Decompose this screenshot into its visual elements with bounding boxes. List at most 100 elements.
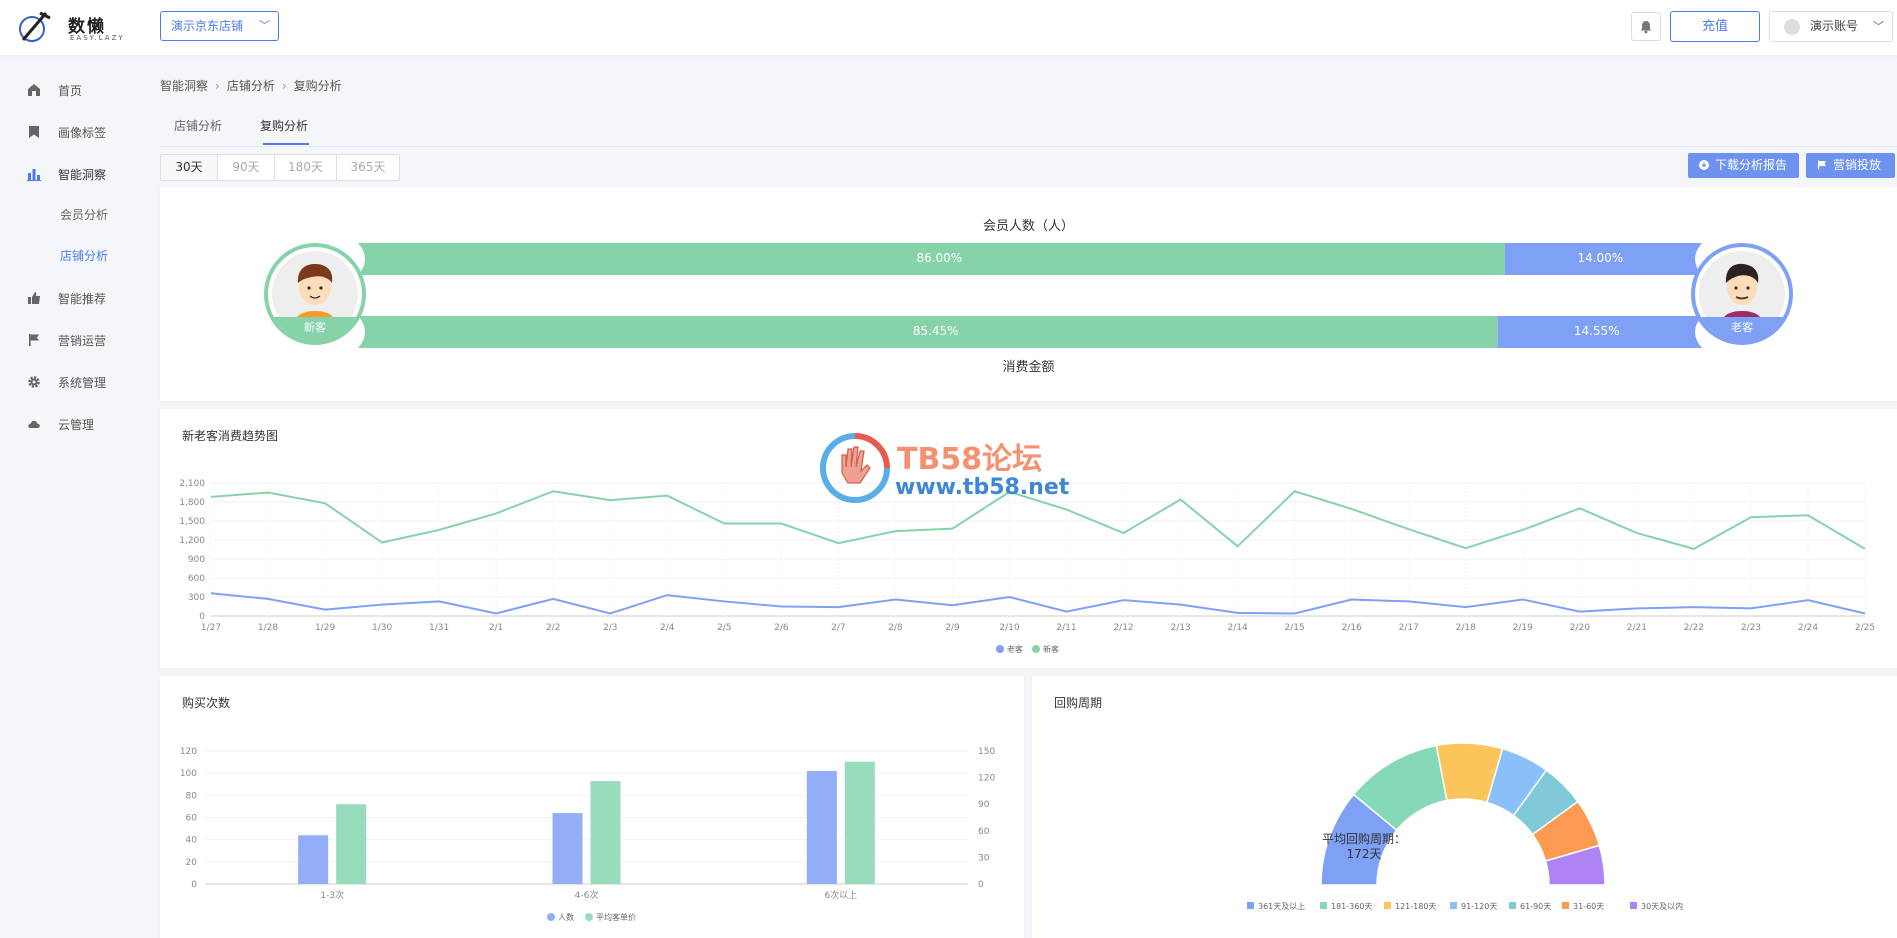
y-tick-label: 1,200	[179, 536, 205, 546]
chevron-right-icon: ›	[281, 79, 287, 93]
x-tick-label: 2/24	[1798, 623, 1818, 633]
legend-item[interactable]: 181-360天	[1320, 901, 1372, 912]
legend-old-customer[interactable]: 老客	[996, 644, 1023, 655]
sidebar-item-home[interactable]: 首页	[0, 72, 150, 108]
legend-swatch	[1562, 902, 1569, 909]
legend-label: 181-360天	[1331, 902, 1373, 911]
tab-repurchase-analysis[interactable]: 复购分析	[260, 117, 308, 134]
cloud-icon	[28, 420, 40, 428]
notification-button[interactable]	[1631, 12, 1661, 41]
sidebar-item-label: 首页	[58, 84, 83, 98]
range-180-days[interactable]: 180天	[274, 155, 336, 180]
legend-label: 361天及以上	[1258, 902, 1306, 911]
sidebar-item-cloud[interactable]: 云管理	[0, 406, 150, 442]
legend-item[interactable]: 30天及以内	[1630, 901, 1683, 912]
sidebar-item-label: 智能洞察	[58, 168, 107, 182]
legend-swatch	[1630, 902, 1637, 909]
legend-item[interactable]: 31-60天	[1562, 901, 1604, 912]
range-365-days[interactable]: 365天	[336, 155, 399, 180]
legend-item[interactable]: 91-120天	[1450, 901, 1497, 912]
y-left-tick-label: 60	[186, 814, 198, 824]
sidebar-subitem-member-analysis[interactable]: 会员分析	[60, 206, 108, 223]
legend-people-count[interactable]: 人数	[547, 912, 574, 923]
sidebar-item-marketing[interactable]: 营销运营	[0, 322, 150, 358]
sidebar-item-recommend[interactable]: 智能推荐	[0, 280, 150, 316]
y-right-tick-label: 120	[978, 774, 995, 784]
range-30-days[interactable]: 30天	[161, 155, 217, 180]
sidebar-item-label: 营销运营	[58, 334, 107, 348]
purchase-bar-chart: 0 20 40 60 80 100 120 0 30 60 90 120 150 1-3次 4-6次 6次以上	[180, 747, 996, 901]
legend-item[interactable]: 121-180天	[1384, 901, 1436, 912]
download-report-button[interactable]: 下载分析报告	[1688, 153, 1799, 178]
download-icon	[1699, 160, 1709, 170]
sidebar-item-tags[interactable]: 画像标签	[0, 114, 150, 150]
sidebar-subitem-store-analysis[interactable]: 店铺分析	[60, 247, 108, 264]
cycle-center-value: 172天	[1346, 847, 1382, 861]
bar-avg-order-value	[844, 761, 875, 884]
breadcrumb-item[interactable]: 店铺分析	[227, 79, 275, 93]
x-tick-label: 6次以上	[824, 889, 857, 901]
legend-label: 人数	[558, 913, 574, 922]
legend-label: 新客	[1043, 645, 1059, 654]
legend-label: 61-90天	[1520, 902, 1552, 911]
bell-icon	[1640, 21, 1652, 34]
marketing-delivery-button[interactable]: 营销投放	[1806, 153, 1895, 178]
x-tick-label: 2/21	[1627, 623, 1647, 633]
x-tick-label: 2/20	[1570, 623, 1590, 633]
legend-avg-order-value[interactable]: 平均客单价	[585, 912, 636, 923]
new-customer-avatar: 新客	[264, 243, 366, 345]
spend-old-percent: 14.55%	[1573, 324, 1620, 338]
x-tick-label: 1/31	[429, 623, 449, 633]
legend-swatch	[1450, 902, 1457, 909]
chevron-right-icon: ›	[215, 79, 220, 93]
tab-active-indicator	[263, 143, 309, 145]
home-icon	[28, 84, 40, 96]
logo[interactable]: 数懒 EASY.LAZY	[18, 8, 128, 48]
legend-label: 30天及以内	[1641, 902, 1684, 911]
breadcrumb-item-current: 复购分析	[293, 79, 342, 93]
watermark-title: TB58论坛	[897, 442, 1043, 477]
legend-item[interactable]: 61-90天	[1509, 901, 1551, 912]
x-tick-label: 1/27	[201, 623, 221, 633]
account-menu[interactable]: 演示账号 ﹀	[1769, 11, 1893, 42]
tab-store-analysis[interactable]: 店铺分析	[174, 117, 222, 134]
legend-item[interactable]: 361天及以上	[1247, 901, 1305, 912]
repurchase-cycle-card: 回购周期 平均回购周期： 172天 361天及以上 181-360天 121-180…	[1032, 676, 1897, 938]
bar-people-count	[298, 835, 329, 884]
x-tick-label: 2/5	[717, 623, 731, 633]
account-name: 演示账号	[1810, 19, 1859, 33]
x-tick-label: 4-6次	[575, 889, 599, 901]
old-customer-avatar: 老客	[1691, 243, 1793, 345]
legend-label: 平均客单价	[596, 913, 636, 922]
store-select[interactable]: 演示京东店铺 ﹀	[160, 11, 279, 41]
members-old-percent: 14.00%	[1577, 251, 1624, 265]
top-bar: 数懒 EASY.LAZY 演示京东店铺 ﹀ 充值 演示账号 ﹀	[0, 0, 1897, 55]
range-90-days[interactable]: 90天	[217, 155, 274, 180]
y-tick-label: 600	[188, 574, 205, 584]
sidebar-item-insights[interactable]: 智能洞察	[0, 156, 150, 192]
logo-subtext: EASY.LAZY	[70, 34, 125, 42]
chevron-down-icon: ﹀	[259, 19, 270, 32]
tab-bar: 店铺分析 复购分析	[160, 106, 1897, 147]
x-tick-label: 1-3次	[320, 889, 344, 901]
download-report-label: 下载分析报告	[1715, 158, 1788, 172]
marketing-delivery-label: 营销投放	[1833, 158, 1882, 172]
breadcrumb-item[interactable]: 智能洞察	[160, 79, 208, 93]
y-left-tick-label: 80	[186, 791, 198, 801]
sidebar-item-label: 画像标签	[58, 126, 107, 140]
y-right-tick-label: 90	[978, 800, 990, 810]
x-tick-label: 2/22	[1684, 623, 1704, 633]
sidebar-item-label: 智能推荐	[58, 292, 107, 306]
old-customer-label: 老客	[1695, 317, 1789, 341]
legend-swatch	[1384, 902, 1391, 909]
chevron-down-icon: ﹀	[1873, 20, 1884, 33]
legend-new-customer[interactable]: 新客	[1032, 644, 1059, 655]
x-tick-label: 2/17	[1399, 623, 1419, 633]
recharge-button[interactable]: 充值	[1670, 11, 1760, 42]
y-left-tick-label: 0	[191, 880, 197, 890]
legend-swatch	[547, 913, 555, 921]
sidebar-item-label: 云管理	[58, 418, 95, 432]
members-new-percent: 86.00%	[916, 251, 963, 265]
x-tick-label: 2/25	[1855, 623, 1875, 633]
sidebar-item-system[interactable]: 系统管理	[0, 364, 150, 400]
